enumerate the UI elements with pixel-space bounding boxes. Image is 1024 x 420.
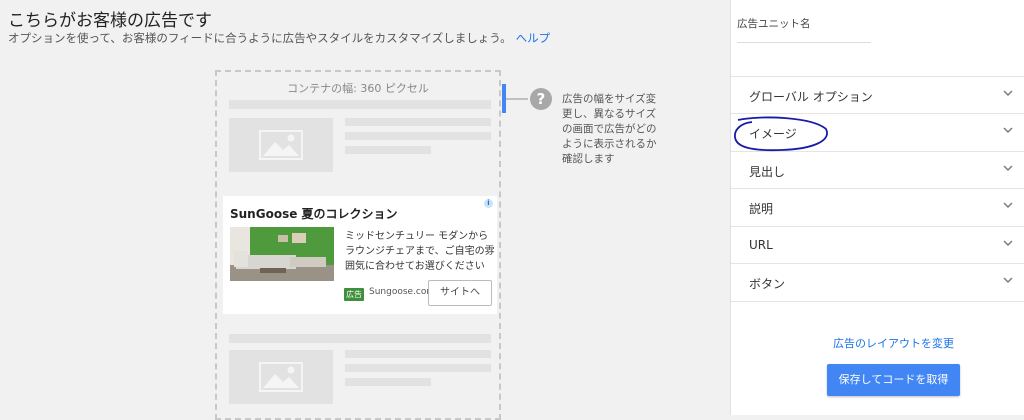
placeholder-bar — [345, 378, 431, 386]
ad-domain: Sungoose.com — [369, 287, 436, 297]
options-sidebar: 広告ユニット名 グローバル オプション イメージ 見出し 説明 URL ボタン … — [730, 0, 1024, 415]
ad-unit-name-field[interactable] — [737, 42, 871, 43]
ad-cta-button[interactable]: サイトへ — [428, 280, 492, 306]
section-description[interactable]: 説明 — [731, 188, 1024, 225]
section-global-options[interactable]: グローバル オプション — [731, 76, 1024, 113]
section-headline[interactable]: 見出し — [731, 151, 1024, 188]
ad-headline[interactable]: SunGoose 夏のコレクション — [230, 205, 398, 222]
preview-area: こちらがお客様の広告です オプションを使って、お客様のフィードに合うように広告や… — [0, 0, 730, 420]
help-connector-line — [506, 98, 528, 100]
section-label: グローバル オプション — [749, 90, 873, 104]
placeholder-bar — [345, 146, 431, 154]
section-label: ボタン — [749, 277, 786, 291]
page-subtitle: オプションを使って、お客様のフィードに合うように広告やスタイルをカスタマイズしま… — [8, 30, 550, 46]
save-and-get-code-button[interactable]: 保存してコードを取得 — [827, 364, 960, 396]
chevron-down-icon — [1003, 277, 1013, 283]
chevron-down-icon — [1003, 165, 1013, 171]
ad-info-icon[interactable]: i — [484, 199, 493, 208]
chevron-down-icon — [1003, 202, 1013, 208]
placeholder-image-icon — [229, 118, 333, 172]
divider — [731, 301, 1024, 302]
native-ad[interactable]: SunGoose 夏のコレクション i ミッドセンチュリー モダンからラウンジチ… — [223, 196, 497, 314]
ad-image[interactable] — [230, 227, 334, 281]
ad-badge: 広告 — [344, 288, 364, 301]
page-title: こちらがお客様の広告です — [8, 11, 212, 31]
section-label: URL — [749, 238, 773, 252]
container-width-label: コンテナの幅: 360 ピクセル — [287, 82, 429, 95]
ad-description: ミッドセンチュリー モダンからラウンジチェアまで、ご自宅の雰囲気に合わせてお選び… — [345, 231, 495, 272]
subtitle-text: オプションを使って、お客様のフィードに合うように広告やスタイルをカスタマイズしま… — [8, 31, 512, 45]
placeholder-bar — [345, 132, 491, 140]
hand-drawn-circle-annotation — [734, 116, 828, 152]
change-layout-link[interactable]: 広告のレイアウトを変更 — [833, 335, 954, 351]
section-button[interactable]: ボタン — [731, 263, 1024, 300]
ad-unit-name-label: 広告ユニット名 — [737, 18, 811, 30]
help-question-icon: ? — [530, 88, 552, 110]
section-label: 説明 — [749, 202, 774, 216]
placeholder-bar — [345, 350, 491, 358]
placeholder-bar — [229, 334, 491, 343]
placeholder-image-icon — [229, 350, 333, 404]
ad-preview-container: コンテナの幅: 360 ピクセル SunGoose 夏のコレクション i ミッド… — [215, 70, 501, 420]
placeholder-bar — [229, 100, 491, 109]
help-link[interactable]: ヘルプ — [516, 31, 551, 45]
placeholder-bar — [345, 118, 491, 126]
section-label: 見出し — [749, 165, 786, 179]
chevron-down-icon — [1003, 90, 1013, 96]
placeholder-bar — [345, 364, 491, 372]
chevron-down-icon — [1003, 240, 1013, 246]
section-url[interactable]: URL — [731, 226, 1024, 263]
resize-help-text: 広告の幅をサイズ変更し、異なるサイズの画面で広告がどのように表示されるか確認しま… — [562, 93, 657, 165]
chevron-down-icon — [1003, 127, 1013, 133]
